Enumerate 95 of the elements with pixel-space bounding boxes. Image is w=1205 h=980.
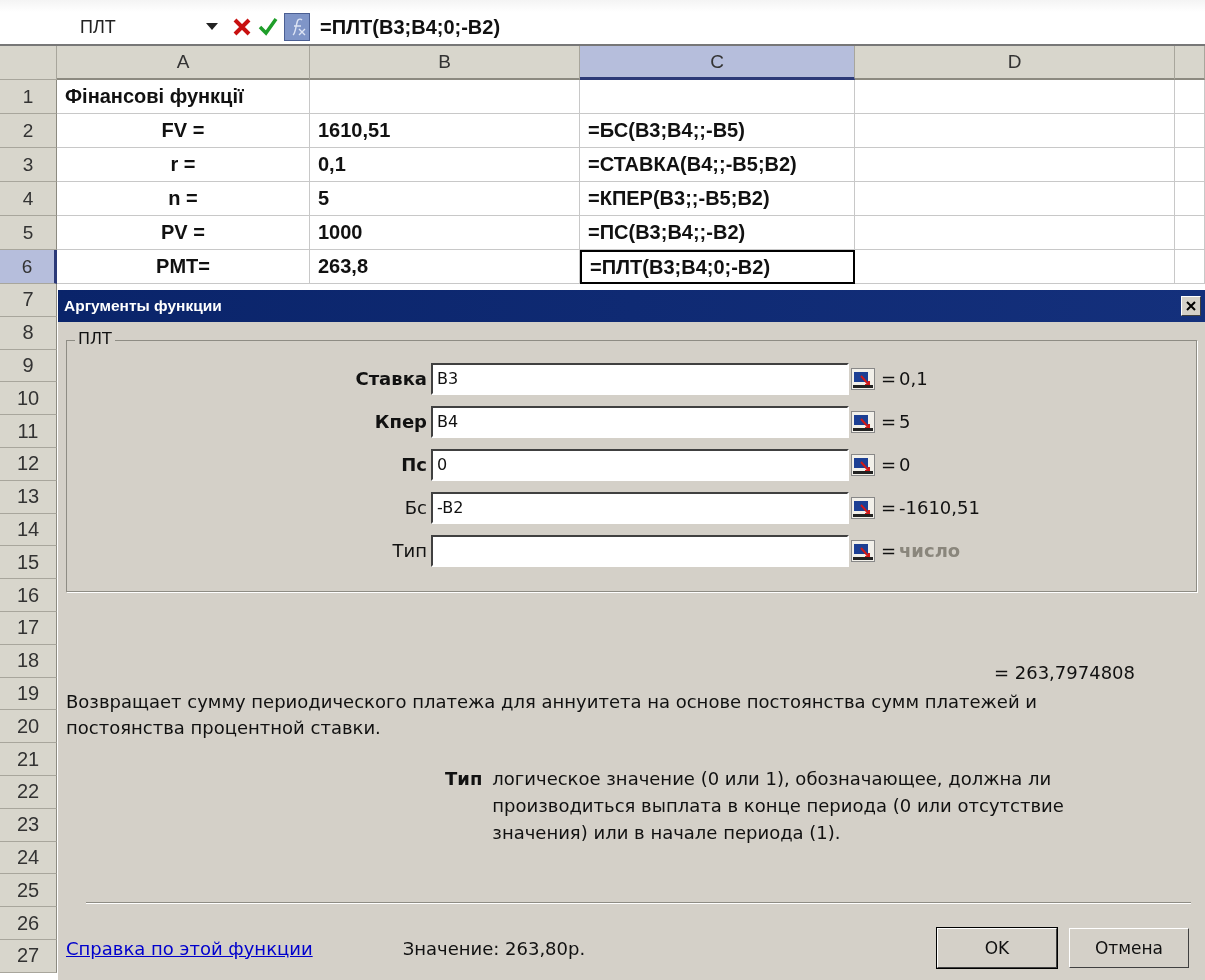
- equals-sign: =: [880, 411, 898, 432]
- argument-label: Бс: [403, 497, 428, 518]
- table-cell: [1175, 250, 1205, 284]
- row-header[interactable]: 22: [0, 775, 57, 809]
- argument-help-label: Тип: [445, 767, 483, 791]
- row-header[interactable]: 2: [0, 114, 57, 148]
- row-header[interactable]: 6: [0, 250, 57, 284]
- row-header[interactable]: 5: [0, 216, 57, 250]
- name-box[interactable]: ПЛТ: [0, 16, 198, 38]
- table-cell: 0,1: [310, 148, 580, 182]
- table-cell: 1000: [310, 216, 580, 250]
- function-description: Возвращает сумму периодического платежа для аннуитета на основе постоянства сумм платежей и постоянства процентной ставки.: [66, 690, 1039, 740]
- row-header[interactable]: 13: [0, 480, 57, 514]
- table-cell: =ПС(B3;B4;;-B2): [580, 216, 855, 250]
- equals-sign: =: [880, 540, 898, 561]
- row-header[interactable]: 4: [0, 182, 57, 216]
- argument-field[interactable]: -B2: [431, 491, 849, 524]
- argument-result: 0: [899, 454, 912, 475]
- row-header[interactable]: 19: [0, 677, 57, 711]
- row-header[interactable]: 11: [0, 415, 57, 448]
- row-header[interactable]: 17: [0, 611, 57, 645]
- argument-label: Ставка: [354, 368, 428, 389]
- insert-function-icon[interactable]: [284, 13, 310, 41]
- formula-result: = 263,7974808: [992, 662, 1136, 683]
- collapse-dialog-icon[interactable]: [851, 410, 875, 433]
- collapse-dialog-icon[interactable]: [851, 367, 875, 390]
- table-cell: [1175, 182, 1205, 216]
- column-header[interactable]: B: [310, 46, 580, 80]
- collapse-dialog-icon[interactable]: [851, 496, 875, 519]
- table-cell: PMT=: [57, 250, 310, 284]
- table-cell: Фінансові функції: [57, 80, 310, 114]
- row-header[interactable]: 24: [0, 841, 57, 875]
- argument-help-text: логическое значение (0 или 1), обозначающее, должна ли производиться выплата в конце периода (0 или отсутствие значения) или в начале периода (1).: [492, 767, 1065, 845]
- argument-result: -1610,51: [899, 497, 981, 518]
- value-text: Значение: 263,80р.: [402, 937, 586, 959]
- argument-field[interactable]: B3: [431, 362, 849, 395]
- table-cell: =СТАВКА(B4;;-B5;B2): [580, 148, 855, 182]
- table-cell: 5: [310, 182, 580, 216]
- row-header[interactable]: 16: [0, 579, 57, 612]
- argument-field[interactable]: [431, 534, 849, 567]
- table-cell: [1175, 114, 1205, 148]
- equals-sign: =: [880, 454, 898, 475]
- table-cell: 1610,51: [310, 114, 580, 148]
- formula-field[interactable]: =ПЛТ(B3;B4;0;-B2): [320, 15, 501, 39]
- row-header[interactable]: 25: [0, 874, 57, 908]
- row-header[interactable]: 12: [0, 448, 57, 481]
- close-icon: [1186, 301, 1196, 311]
- argument-label: Пс: [400, 454, 428, 475]
- help-link[interactable]: Справка по этой функции: [66, 937, 313, 959]
- column-header[interactable]: A: [57, 46, 310, 80]
- row-header[interactable]: 27: [0, 939, 57, 973]
- argument-result: число: [899, 540, 962, 561]
- collapse-dialog-icon[interactable]: [851, 453, 875, 476]
- enter-icon[interactable]: [258, 17, 278, 37]
- argument-label: Кпер: [373, 411, 428, 432]
- collapse-dialog-icon[interactable]: [851, 539, 875, 562]
- row-header[interactable]: 21: [0, 743, 57, 776]
- argument-result: 0,1: [899, 368, 929, 389]
- table-cell: r =: [57, 148, 310, 182]
- table-cell: PV =: [57, 216, 310, 250]
- dropdown-caret-icon[interactable]: [206, 23, 218, 31]
- argument-field[interactable]: 0: [431, 448, 849, 481]
- column-header[interactable]: C: [580, 46, 855, 80]
- table-cell: [1175, 80, 1205, 114]
- row-header[interactable]: 20: [0, 710, 57, 744]
- dialog-title: Аргументы функции: [64, 297, 222, 315]
- table-cell: =КПЕР(B3;;-B5;B2): [580, 182, 855, 216]
- row-header[interactable]: 7: [0, 284, 57, 317]
- row-header[interactable]: 9: [0, 349, 57, 383]
- ok-button[interactable]: OK: [937, 928, 1057, 968]
- row-header[interactable]: 26: [0, 907, 57, 940]
- cancel-icon[interactable]: [232, 17, 252, 37]
- row-header[interactable]: 18: [0, 644, 57, 678]
- row-header[interactable]: 15: [0, 546, 57, 580]
- column-header[interactable]: D: [855, 46, 1175, 80]
- row-header[interactable]: 14: [0, 513, 57, 547]
- cancel-button[interactable]: Отмена: [1069, 928, 1189, 968]
- table-cell: [1175, 216, 1205, 250]
- argument-field[interactable]: B4: [431, 405, 849, 438]
- row-header[interactable]: 8: [0, 316, 57, 350]
- row-header[interactable]: 3: [0, 148, 57, 182]
- row-header[interactable]: 1: [0, 80, 57, 114]
- argument-result: 5: [899, 411, 912, 432]
- row-header[interactable]: 10: [0, 382, 57, 416]
- row-header[interactable]: 23: [0, 808, 57, 842]
- table-cell: 263,8: [310, 250, 580, 284]
- argument-label: Тип: [391, 540, 428, 561]
- active-cell: =ПЛТ(B3;B4;0;-B2): [580, 250, 855, 284]
- table-cell: n =: [57, 182, 310, 216]
- table-cell: FV =: [57, 114, 310, 148]
- table-cell: =БС(B3;B4;;-B5): [580, 114, 855, 148]
- table-cell: [1175, 148, 1205, 182]
- equals-sign: =: [880, 497, 898, 518]
- equals-sign: =: [880, 368, 898, 389]
- close-button[interactable]: [1181, 296, 1201, 316]
